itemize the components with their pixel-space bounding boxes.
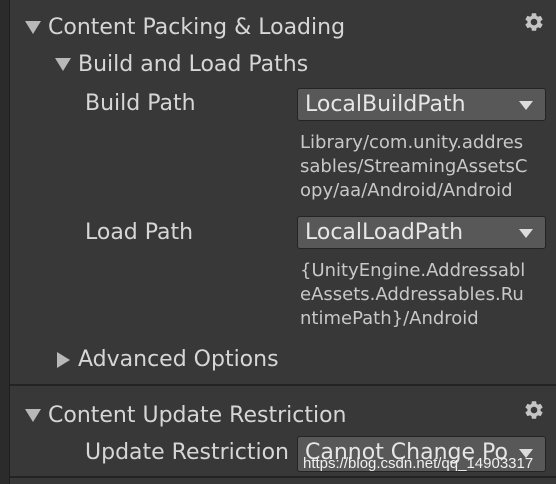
watermark-text: https://blog.csdn.net/qq_14903317 bbox=[303, 455, 534, 472]
foldout-expanded-icon[interactable] bbox=[55, 58, 71, 71]
build-path-dropdown[interactable]: LocalBuildPath bbox=[297, 88, 546, 121]
load-path-label: Load Path bbox=[85, 220, 194, 245]
resolved-line: opy/aa/Android/Android bbox=[300, 180, 513, 201]
load-path-resolved: {UnityEngine.Addressabl eAssets.Addressa… bbox=[300, 259, 525, 331]
resolved-line: eAssets.Addressables.Ru bbox=[300, 284, 524, 305]
chevron-down-icon bbox=[519, 229, 533, 238]
foldout-expanded-icon[interactable] bbox=[25, 409, 41, 422]
foldout-collapsed-icon[interactable] bbox=[57, 352, 70, 368]
advanced-options-header[interactable]: Advanced Options bbox=[78, 346, 279, 374]
build-path-value: LocalBuildPath bbox=[305, 92, 466, 117]
foldout-expanded-icon[interactable] bbox=[25, 21, 41, 34]
content-update-header[interactable]: Content Update Restriction bbox=[48, 402, 346, 430]
inspector-left-border bbox=[9, 0, 10, 484]
section-divider bbox=[10, 384, 556, 386]
update-restriction-label: Update Restriction bbox=[85, 440, 289, 465]
build-path-resolved: Library/com.unity.addres sables/Streamin… bbox=[300, 131, 527, 203]
resolved-line: {UnityEngine.Addressabl bbox=[300, 260, 526, 281]
resolved-line: ntimePath}/Android bbox=[300, 308, 479, 329]
content-packing-header[interactable]: Content Packing & Loading bbox=[48, 14, 345, 42]
load-path-dropdown[interactable]: LocalLoadPath bbox=[297, 216, 546, 249]
build-and-load-paths-header[interactable]: Build and Load Paths bbox=[78, 51, 308, 79]
chevron-down-icon bbox=[519, 101, 533, 110]
gear-icon[interactable] bbox=[523, 399, 545, 421]
resolved-line: sables/StreamingAssetsC bbox=[300, 156, 528, 177]
resolved-line: Library/com.unity.addres bbox=[300, 132, 524, 153]
gear-icon[interactable] bbox=[523, 11, 545, 33]
load-path-value: LocalLoadPath bbox=[305, 220, 464, 245]
build-path-label: Build Path bbox=[85, 91, 196, 116]
section-divider bbox=[10, 476, 556, 478]
